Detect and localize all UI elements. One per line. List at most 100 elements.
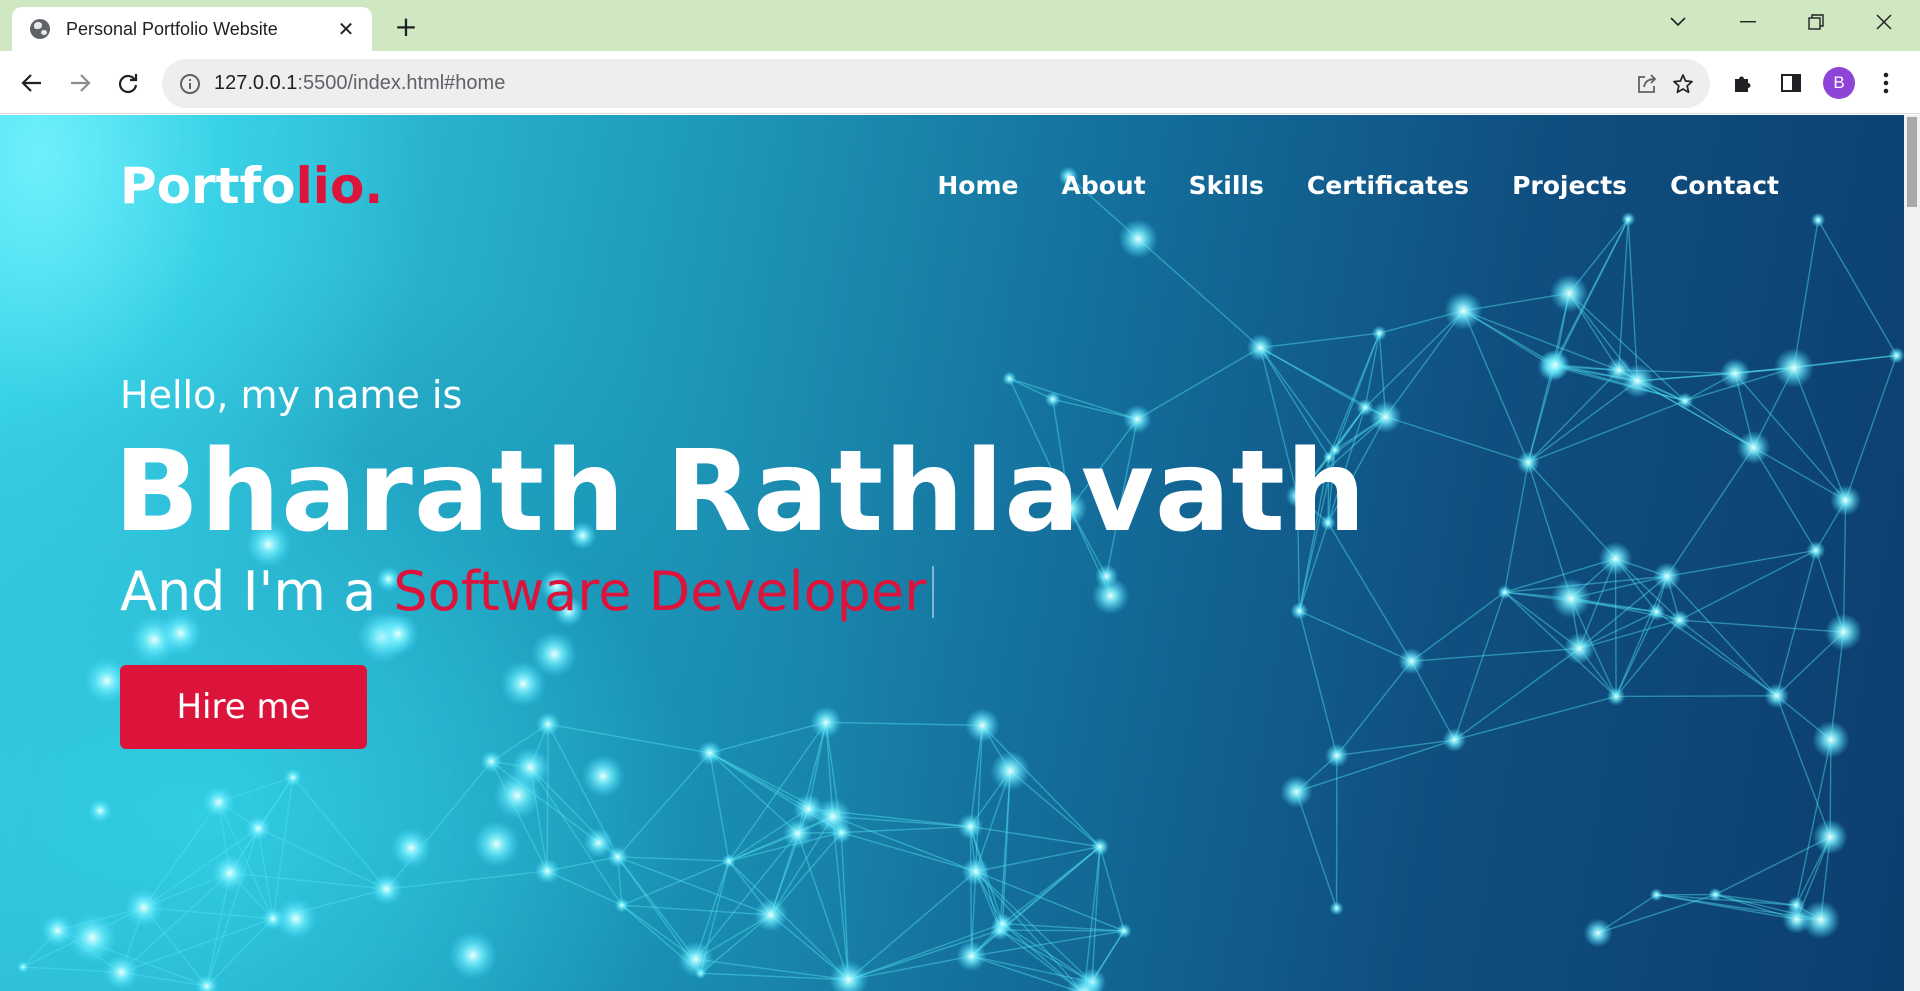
network-node <box>965 708 1000 743</box>
star-icon[interactable] <box>1670 71 1696 97</box>
nav-home[interactable]: Home <box>937 171 1018 200</box>
network-node <box>1812 720 1850 759</box>
bokeh-light <box>448 930 498 980</box>
network-node <box>1888 347 1904 364</box>
address-bar[interactable]: 127.0.0.1:5500/index.html#home <box>162 59 1710 108</box>
network-line <box>1679 549 1817 621</box>
site-logo[interactable]: Portfolio. <box>120 157 383 215</box>
bokeh-light <box>87 798 113 823</box>
network-node <box>1621 212 1636 227</box>
network-line <box>1336 739 1455 757</box>
network-node <box>782 818 813 849</box>
forward-arrow-icon[interactable] <box>63 66 97 100</box>
restore-icon[interactable] <box>1788 0 1844 44</box>
network-line <box>1385 416 1529 464</box>
network-node <box>1540 349 1571 380</box>
network-node <box>1118 219 1158 259</box>
network-line <box>1299 610 1412 662</box>
network-node <box>1708 887 1723 902</box>
network-node <box>1116 923 1132 939</box>
network-node <box>1550 274 1589 313</box>
network-node <box>957 813 984 840</box>
network-line <box>1295 791 1338 909</box>
network-line <box>1793 367 1847 501</box>
network-node <box>956 940 987 972</box>
network-node <box>124 888 164 928</box>
side-panel-icon[interactable] <box>1776 68 1806 98</box>
network-node <box>1830 484 1862 516</box>
network-node <box>1444 291 1483 330</box>
network-node <box>370 872 403 906</box>
network-node <box>1044 391 1061 408</box>
bokeh-light <box>390 827 432 869</box>
network-line <box>1410 660 1456 741</box>
network-line <box>1462 310 1529 463</box>
network-node <box>721 853 736 869</box>
network-node <box>1736 430 1771 465</box>
reload-icon[interactable] <box>111 66 145 100</box>
network-node <box>1002 371 1017 386</box>
nav-projects[interactable]: Projects <box>1512 171 1627 200</box>
network-node <box>614 897 630 913</box>
hire-me-button[interactable]: Hire me <box>120 665 367 749</box>
network-line <box>1817 219 1898 356</box>
network-line <box>206 918 274 987</box>
page-viewport: Portfolio. Home About Skills Certificate… <box>0 115 1904 991</box>
share-icon[interactable] <box>1634 71 1660 97</box>
network-line <box>975 846 1101 873</box>
close-icon[interactable]: ✕ <box>334 17 358 41</box>
page-scrollbar[interactable] <box>1904 115 1920 991</box>
network-node <box>1371 325 1387 341</box>
bokeh-light <box>500 660 547 707</box>
bokeh-light <box>472 820 521 868</box>
network-line <box>848 870 977 981</box>
network-node <box>1329 901 1344 916</box>
tab-title: Personal Portfolio Website <box>66 18 278 39</box>
nav-contact[interactable]: Contact <box>1670 171 1779 200</box>
network-line <box>1527 400 1686 464</box>
network-node <box>697 740 722 766</box>
network-line <box>1842 500 1847 633</box>
browser-tab[interactable]: Personal Portfolio Website ✕ <box>12 7 372 51</box>
network-node <box>210 854 249 892</box>
hero-greeting: Hello, my name is <box>120 373 463 417</box>
nav-about[interactable]: About <box>1061 171 1145 200</box>
globe-icon <box>30 19 50 39</box>
plus-icon[interactable]: + <box>390 11 422 43</box>
typing-cursor <box>932 566 935 618</box>
browser-toolbar: 127.0.0.1:5500/index.html#home B <box>0 51 1920 114</box>
more-vert-icon[interactable] <box>1871 68 1901 98</box>
network-node <box>535 712 561 737</box>
network-node <box>1606 357 1632 383</box>
network-node <box>1356 398 1374 417</box>
network-line <box>1666 447 1755 577</box>
bokeh-light <box>581 754 625 798</box>
network-line <box>1260 332 1380 349</box>
window-close-icon[interactable] <box>1856 0 1912 44</box>
network-line <box>257 827 387 890</box>
network-node <box>1773 347 1814 388</box>
network-line <box>546 724 549 872</box>
nav-skills[interactable]: Skills <box>1189 171 1264 200</box>
network-line <box>1752 447 1817 551</box>
network-line <box>1385 310 1464 418</box>
network-node <box>1782 904 1812 934</box>
back-arrow-icon[interactable] <box>15 66 49 100</box>
network-node <box>1324 743 1349 768</box>
info-icon[interactable] <box>180 74 200 94</box>
network-node <box>1824 613 1863 651</box>
network-line <box>1454 647 1580 741</box>
avatar[interactable]: B <box>1823 67 1855 99</box>
chevron-down-icon[interactable] <box>1650 0 1706 44</box>
hero-role: And I'm a Software Developer <box>120 560 935 623</box>
scrollbar-thumb[interactable] <box>1907 117 1917 207</box>
puzzle-icon[interactable] <box>1728 68 1758 98</box>
network-node <box>1442 728 1467 752</box>
network-line <box>1614 558 1617 697</box>
network-node <box>534 858 561 884</box>
nav-certificates[interactable]: Certificates <box>1307 171 1469 200</box>
url-text[interactable]: 127.0.0.1:5500/index.html#home <box>214 72 505 95</box>
network-line <box>386 870 548 890</box>
network-node <box>1653 562 1681 591</box>
minimize-icon[interactable] <box>1720 0 1776 44</box>
